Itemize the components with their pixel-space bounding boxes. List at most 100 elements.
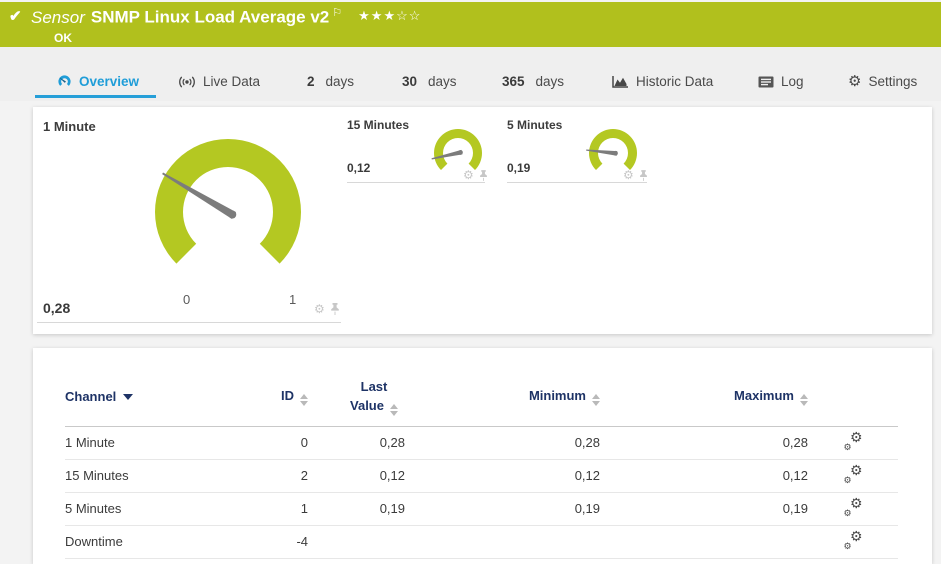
column-header-channel[interactable]: Channel [65,378,235,427]
table-header-row: Channel ID Last Value Minimum Maximum [65,378,898,427]
gear-icon: ⚙ [848,73,862,90]
cell-maximum: 0,12 [600,459,808,493]
sort-toggle-icon [592,393,600,406]
tab-historic-data-label: Historic Data [636,74,714,89]
gear-icon[interactable]: ⚙ [463,169,474,181]
column-header-last-value-label: Last Value [350,379,388,413]
sort-toggle-icon [300,393,308,406]
cell-minimum: 0,28 [405,426,600,460]
gauge-primary-actions: ⚙ [314,303,340,315]
tab-live-data-label: Live Data [203,74,261,89]
cell-id: 1 [235,492,308,526]
cell-id: -4 [235,525,308,559]
pin-icon[interactable] [330,303,340,315]
status-check-icon: ✔ [9,8,22,25]
gauge-primary-title: 1 Minute [43,119,96,134]
gauge-5min-divider [507,182,647,183]
tab-settings-label: Settings [868,74,918,89]
broadcast-icon [179,76,195,87]
page-title: SNMP Linux Load Average v2 [90,7,330,27]
gauge-5min-title: 5 Minutes [507,118,563,132]
column-header-maximum-label: Maximum [734,387,794,403]
cell-last-value: 0,28 [308,426,405,460]
log-list-icon [758,76,774,87]
tab-365-days-label: days [535,74,565,89]
cell-minimum: 0,12 [405,459,600,493]
tab-2-days[interactable]: 2 days [307,74,354,89]
gear-icon[interactable]: ⚙ [623,169,634,181]
cell-minimum [405,525,600,559]
column-header-last-value[interactable]: Last Value [308,378,405,427]
gauges-panel: 1 Minute 0 1 0,28 ⚙ 15 Minutes 0,12 ⚙ 5 … [33,107,932,334]
tab-365-days-number: 365 [502,74,525,89]
sort-toggle-icon [389,403,398,416]
tab-overview[interactable]: Overview [57,74,139,89]
cell-last-value: 0,19 [308,492,405,526]
active-tab-underline [35,95,156,98]
channels-panel: Channel ID Last Value Minimum Maximum 1 … [33,348,932,564]
gauge-primary-value: 0,28 [43,300,71,316]
gauge-5min-actions: ⚙ [623,169,648,181]
gauge-primary [155,138,301,264]
cell-maximum [600,525,808,559]
cell-last-value: 0,12 [308,459,405,493]
table-row-5-minutes: 5 Minutes 1 0,19 0,19 0,19 ⚙ ⚙ [65,492,898,526]
channels-table: Channel ID Last Value Minimum Maximum 1 … [65,378,898,559]
sort-toggle-icon [800,393,808,406]
gauge-icon [58,75,71,86]
pin-icon[interactable] [639,169,648,181]
channel-settings-icon[interactable]: ⚙ ⚙ [844,529,863,551]
tab-30-days-number: 30 [402,74,418,89]
column-header-actions [808,378,898,427]
column-header-maximum[interactable]: Maximum [600,378,808,427]
gauge-5min-value: 0,19 [507,161,531,175]
channel-settings-icon[interactable]: ⚙ ⚙ [844,430,863,452]
column-header-id[interactable]: ID [235,378,308,427]
tab-365-days[interactable]: 365 days [502,74,564,89]
column-header-minimum-label: Minimum [528,387,586,403]
sensor-title-line: Sensor SNMP Linux Load Average v2 ⚐ ★★★☆☆ [31,6,421,28]
table-row-1-minute: 1 Minute 0 0,28 0,28 0,28 ⚙ ⚙ [65,426,898,460]
tab-log-label: Log [781,74,804,89]
gauge-primary-divider [37,322,341,323]
tab-log[interactable]: Log [758,74,804,89]
tab-30-days-label: days [428,74,457,89]
cell-maximum: 0,28 [600,426,808,460]
tab-overview-label: Overview [79,74,140,89]
priority-flag-icon[interactable]: ⚐ [332,7,342,19]
cell-channel: 15 Minutes [65,459,235,493]
tab-settings[interactable]: ⚙ Settings [848,74,917,89]
cell-id: 0 [235,426,308,460]
area-chart-icon [612,76,628,88]
tab-live-data[interactable]: Live Data [178,74,260,89]
pin-icon[interactable] [479,169,488,181]
gear-icon[interactable]: ⚙ [314,303,325,315]
cell-id: 2 [235,459,308,493]
gauge-15min-divider [347,182,485,183]
priority-star-rating[interactable]: ★★★☆☆ [358,8,421,23]
cell-channel: 1 Minute [65,426,235,460]
table-row-15-minutes: 15 Minutes 2 0,12 0,12 0,12 ⚙ ⚙ [65,459,898,493]
gauge-15min-title: 15 Minutes [347,118,410,132]
gauge-15min-value: 0,12 [347,161,371,175]
column-header-minimum[interactable]: Minimum [405,378,600,427]
tab-bar: Overview Live Data 2 days 30 days 365 da… [0,47,941,101]
gauge-primary-max-label: 1 [289,292,297,307]
tab-30-days[interactable]: 30 days [402,74,457,89]
cell-minimum: 0,19 [405,492,600,526]
channel-settings-icon[interactable]: ⚙ ⚙ [844,463,863,485]
sensor-status-bar: ✔ Sensor SNMP Linux Load Average v2 ⚐ ★★★☆☆… [0,2,941,47]
sort-descending-icon [123,394,134,401]
object-type-label: Sensor [31,7,85,27]
gauge-15min-actions: ⚙ [463,169,488,181]
cell-channel: Downtime [65,525,235,559]
tab-2-days-number: 2 [307,74,315,89]
cell-maximum: 0,19 [600,492,808,526]
tab-historic-data[interactable]: Historic Data [612,74,713,89]
gauge-primary-min-label: 0 [183,292,191,307]
table-row-downtime: Downtime -4 ⚙ ⚙ [65,525,898,559]
status-badge: OK [54,31,72,45]
cell-channel: 5 Minutes [65,492,235,526]
cell-last-value [308,525,405,559]
channel-settings-icon[interactable]: ⚙ ⚙ [844,496,863,518]
